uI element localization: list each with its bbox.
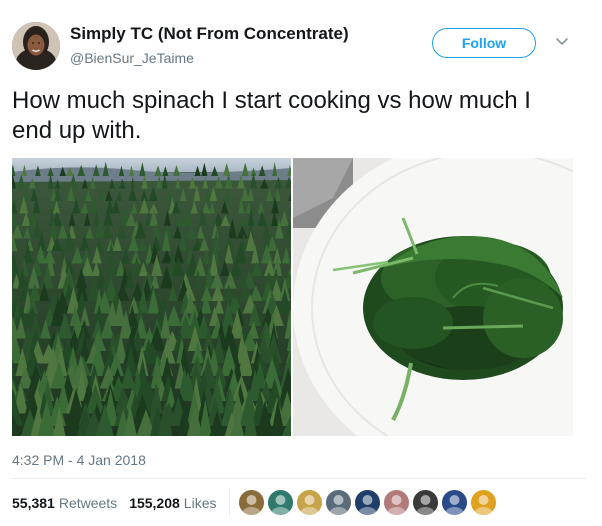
liker-avatar[interactable]: [296, 488, 323, 516]
liker-avatar[interactable]: [325, 488, 352, 516]
avatar[interactable]: [12, 22, 60, 70]
follow-button[interactable]: Follow: [432, 28, 536, 58]
retweets-label[interactable]: Retweets: [59, 495, 117, 511]
tweet-text: How much spinach I start cooking vs how …: [12, 87, 531, 144]
photo-spinach[interactable]: [293, 158, 573, 436]
chevron-down-icon[interactable]: [555, 36, 569, 48]
author-handle[interactable]: @BienSur_JeTaime: [70, 50, 194, 66]
forest-image: [12, 158, 291, 436]
liker-avatar[interactable]: [267, 488, 294, 516]
avatar-image: [12, 22, 60, 70]
tweet-timestamp[interactable]: 4:32 PM - 4 Jan 2018: [12, 452, 146, 468]
liker-avatar[interactable]: [412, 488, 439, 516]
tweet-card: Simply TC (Not From Concentrate) @BienSu…: [0, 0, 602, 526]
spinach-image: [293, 158, 573, 436]
liker-avatar[interactable]: [470, 488, 497, 516]
liker-avatar[interactable]: [354, 488, 381, 516]
liker-avatar[interactable]: [383, 488, 410, 516]
tweet-stats: 55,381 Retweets 155,208 Likes: [12, 495, 224, 511]
likes-count[interactable]: 155,208: [129, 495, 180, 511]
author-name[interactable]: Simply TC (Not From Concentrate): [70, 24, 349, 44]
divider: [12, 478, 586, 479]
photo-forest[interactable]: [12, 158, 291, 436]
likes-label[interactable]: Likes: [184, 495, 217, 511]
liker-avatar[interactable]: [238, 488, 265, 516]
liker-avatar[interactable]: [441, 488, 468, 516]
retweets-count[interactable]: 55,381: [12, 495, 55, 511]
stats-separator: [229, 488, 230, 516]
likers-avatars: [229, 486, 499, 518]
